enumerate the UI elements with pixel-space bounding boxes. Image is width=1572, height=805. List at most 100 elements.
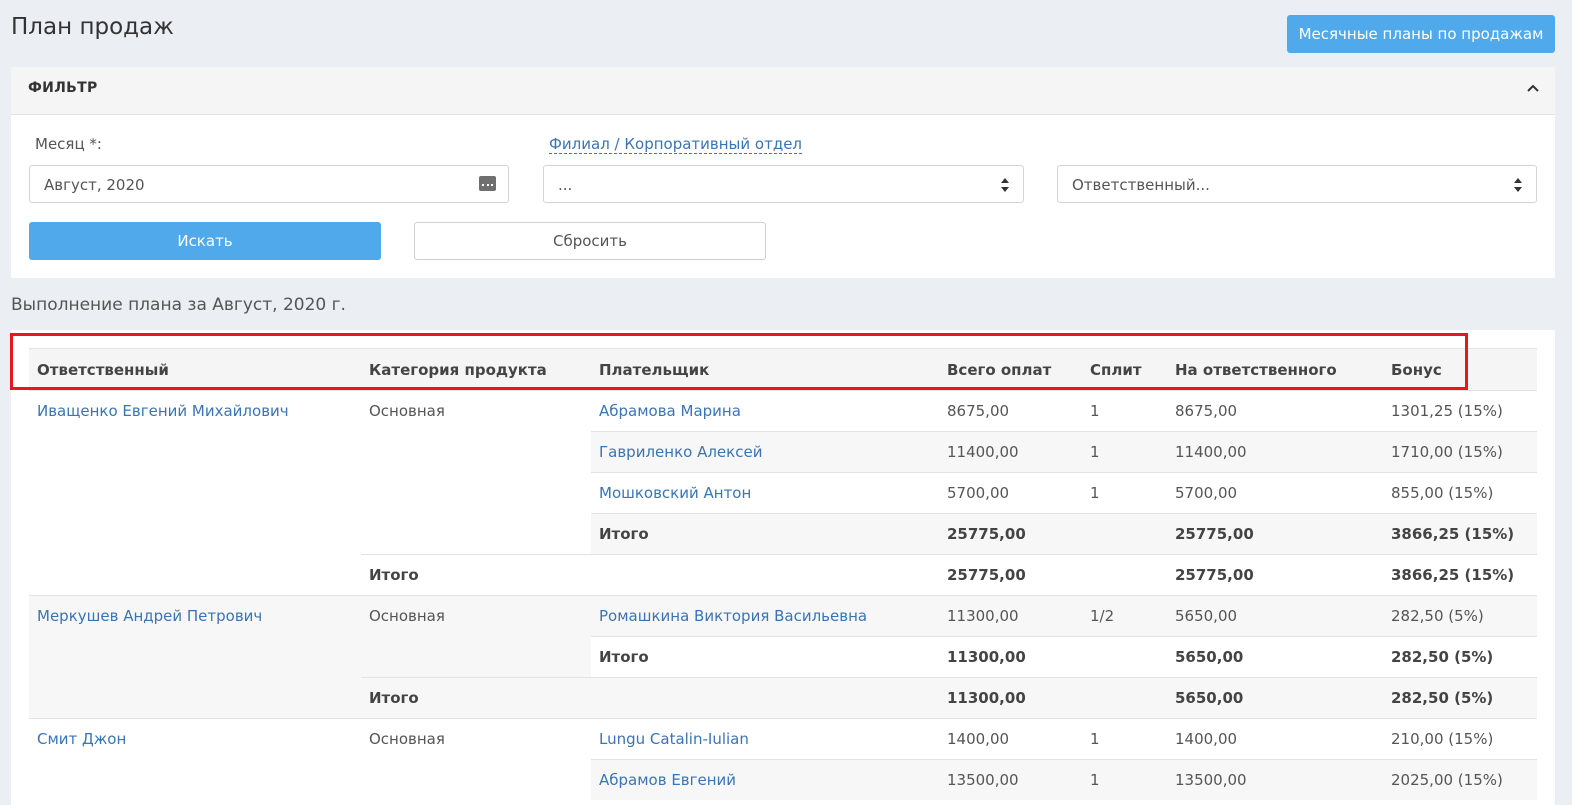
payer-link[interactable]: Абрамова Марина [599, 402, 741, 420]
category-cell: Основная [361, 595, 591, 678]
split-cell: 1 [1082, 390, 1167, 432]
table-header-row: Ответственный Категория продукта Платель… [29, 348, 1537, 391]
payer-cell [591, 677, 939, 719]
category-cell: Основная [361, 718, 591, 800]
select-arrows-icon [1001, 178, 1010, 192]
total-cell: 11400,00 [939, 431, 1082, 473]
on-responsible-cell: 5650,00 [1167, 595, 1383, 637]
payer-cell: Гавриленко Алексей [591, 431, 939, 473]
bonus-cell: 282,50 (5%) [1383, 595, 1537, 637]
split-cell [1082, 513, 1167, 555]
on-responsible-cell: 1400,00 [1167, 718, 1383, 760]
total-cell: 1400,00 [939, 718, 1082, 760]
column-header: На ответственного [1167, 348, 1383, 391]
bonus-cell: 282,50 (5%) [1383, 636, 1537, 678]
total-cell: 11300,00 [939, 677, 1082, 719]
responsible-link[interactable]: Иващенко Евгений Михайлович [37, 402, 289, 420]
responsible-select-value: Ответственный... [1072, 176, 1210, 194]
split-cell [1082, 636, 1167, 678]
payer-cell: Абрамова Марина [591, 390, 939, 432]
bonus-cell: 3866,25 (15%) [1383, 554, 1537, 596]
month-input-value: Август, 2020 [44, 176, 145, 194]
payer-link[interactable]: Мошковский Антон [599, 484, 751, 502]
category-total-label: Итого [591, 636, 939, 678]
search-button[interactable]: Искать [29, 222, 381, 260]
bonus-cell: 3866,25 (15%) [1383, 513, 1537, 555]
bonus-cell: 282,50 (5%) [1383, 677, 1537, 719]
payer-link[interactable]: Ромашкина Виктория Васильевна [599, 607, 867, 625]
reset-button[interactable]: Сбросить [414, 222, 766, 260]
sales-plan-table: Ответственный Категория продукта Платель… [29, 348, 1537, 800]
payer-link[interactable]: Гавриленко Алексей [599, 443, 762, 461]
filter-panel: ФИЛЬТР Месяц *: Филиал / Корпоративный о… [11, 67, 1555, 278]
table-row: Смит Джон Основная Lungu Catalin-Iulian … [29, 718, 1537, 800]
on-responsible-cell: 5700,00 [1167, 472, 1383, 514]
calendar-icon[interactable] [479, 176, 496, 191]
total-cell: 8675,00 [939, 390, 1082, 432]
filter-title: ФИЛЬТР [28, 80, 98, 96]
total-cell: 13500,00 [939, 759, 1082, 800]
responsible-cell: Меркушев Андрей Петрович [29, 595, 361, 719]
total-cell: 25775,00 [939, 554, 1082, 596]
column-header: Плательщик [591, 348, 939, 391]
total-cell: 11300,00 [939, 595, 1082, 637]
on-responsible-cell: 8675,00 [1167, 390, 1383, 432]
payer-link[interactable]: Lungu Catalin-Iulian [599, 730, 749, 748]
column-header: Всего оплат [939, 348, 1082, 391]
month-input[interactable]: Август, 2020 [29, 165, 509, 203]
responsible-cell: Иващенко Евгений Михайлович [29, 390, 361, 596]
bonus-cell: 210,00 (15%) [1383, 718, 1537, 760]
bonus-cell: 855,00 (15%) [1383, 472, 1537, 514]
payer-cell [591, 554, 939, 596]
column-header: Категория продукта [361, 348, 591, 391]
payer-link[interactable]: Абрамов Евгений [599, 771, 736, 789]
total-cell: 11300,00 [939, 636, 1082, 678]
on-responsible-cell: 5650,00 [1167, 636, 1383, 678]
bonus-cell: 2025,00 (15%) [1383, 759, 1537, 800]
responsible-total-label: Итого [361, 677, 591, 719]
total-cell: 5700,00 [939, 472, 1082, 514]
on-responsible-cell: 25775,00 [1167, 513, 1383, 555]
table-row: Меркушев Андрей Петрович Основная Ромашк… [29, 595, 1537, 719]
page-title: План продаж [11, 14, 174, 40]
category-cell: Основная [361, 390, 591, 555]
on-responsible-cell: 25775,00 [1167, 554, 1383, 596]
column-header: Ответственный [29, 348, 361, 391]
split-cell [1082, 554, 1167, 596]
table-row: Иващенко Евгений Михайлович Основная Абр… [29, 390, 1537, 596]
total-cell: 25775,00 [939, 513, 1082, 555]
payer-cell: Ромашкина Виктория Васильевна [591, 595, 939, 637]
branch-select-value: ... [558, 176, 573, 194]
branch-filter-link[interactable]: Филиал / Корпоративный отдел [549, 135, 803, 154]
month-label: Месяц *: [35, 135, 102, 153]
split-cell: 1 [1082, 472, 1167, 514]
monthly-plans-button[interactable]: Месячные планы по продажам [1287, 15, 1555, 53]
responsible-total-label: Итого [361, 554, 591, 596]
on-responsible-cell: 11400,00 [1167, 431, 1383, 473]
payer-cell: Мошковский Антон [591, 472, 939, 514]
payer-cell: Lungu Catalin-Iulian [591, 718, 939, 760]
on-responsible-cell: 13500,00 [1167, 759, 1383, 800]
responsible-link[interactable]: Меркушев Андрей Петрович [37, 607, 262, 625]
responsible-link[interactable]: Смит Джон [37, 730, 126, 748]
on-responsible-cell: 5650,00 [1167, 677, 1383, 719]
bonus-cell: 1301,25 (15%) [1383, 390, 1537, 432]
split-cell [1082, 677, 1167, 719]
split-cell: 1/2 [1082, 595, 1167, 637]
payer-cell: Абрамов Евгений [591, 759, 939, 800]
select-arrows-icon [1514, 178, 1523, 192]
responsible-select[interactable]: Ответственный... [1057, 165, 1537, 203]
report-title: Выполнение плана за Август, 2020 г. [11, 295, 346, 315]
responsible-cell: Смит Джон [29, 718, 361, 800]
bonus-cell: 1710,00 (15%) [1383, 431, 1537, 473]
chevron-up-icon[interactable] [1526, 81, 1540, 95]
split-cell: 1 [1082, 431, 1167, 473]
split-cell: 1 [1082, 759, 1167, 800]
column-header: Бонус [1383, 348, 1537, 391]
branch-select[interactable]: ... [543, 165, 1024, 203]
report-panel: Ответственный Категория продукта Платель… [11, 330, 1555, 805]
category-total-label: Итого [591, 513, 939, 555]
column-header: Сплит [1082, 348, 1167, 391]
split-cell: 1 [1082, 718, 1167, 760]
filter-header[interactable]: ФИЛЬТР [11, 67, 1555, 115]
